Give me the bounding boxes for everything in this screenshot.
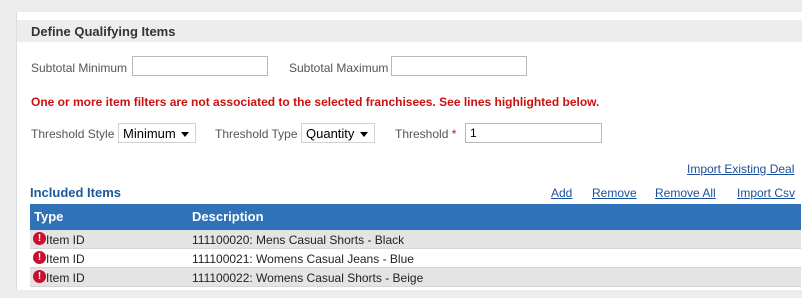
threshold-label: Threshold * [395,127,456,141]
subtotal-maximum-label: Subtotal Maximum [289,61,389,75]
row-description: 111100021: Womens Casual Jeans - Blue [192,252,414,266]
subtotal-maximum-input[interactable] [391,56,527,76]
threshold-input[interactable] [465,123,602,143]
row-type: Item ID [46,233,85,247]
table-row[interactable]: ! Item ID 111100021: Womens Casual Jeans… [30,249,801,268]
section-header: Define Qualifying Items [17,20,802,42]
threshold-type-value: Quantity [306,126,355,141]
table-row[interactable]: ! Item ID 111100020: Mens Casual Shorts … [30,230,801,249]
threshold-type-select[interactable]: Quantity [301,123,375,143]
column-header-type: Type [34,209,64,224]
section-title: Define Qualifying Items [31,24,176,39]
import-existing-deal-link[interactable]: Import Existing Deal [687,162,794,176]
table-header: Type Description [30,204,801,230]
import-csv-link[interactable]: Import Csv [737,186,795,200]
required-marker: * [451,127,457,141]
included-items-title: Included Items [30,185,122,200]
subtotal-minimum-label: Subtotal Minimum [31,61,128,75]
qualifying-items-panel: Define Qualifying Items Subtotal Minimum… [16,12,802,290]
error-icon: ! [33,270,46,283]
row-description: 111100022: Womens Casual Shorts - Beige [192,271,424,285]
error-icon: ! [33,251,46,264]
add-link[interactable]: Add [551,186,572,200]
remove-link[interactable]: Remove [592,186,637,200]
threshold-label-text: Threshold [395,127,449,141]
remove-all-link[interactable]: Remove All [655,186,716,200]
table-row[interactable]: ! Item ID 111100022: Womens Casual Short… [30,268,801,287]
threshold-style-select[interactable]: Minimum [118,123,196,143]
error-message: One or more item filters are not associa… [31,95,600,109]
threshold-type-label: Threshold Type [215,127,298,141]
subtotal-minimum-input[interactable] [132,56,268,76]
threshold-style-value: Minimum [123,126,176,141]
chevron-down-icon [181,132,189,137]
threshold-style-label: Threshold Style [31,127,115,141]
column-header-description: Description [192,209,264,224]
row-type: Item ID [46,252,85,266]
error-icon: ! [33,232,46,245]
row-type: Item ID [46,271,85,285]
chevron-down-icon [360,132,368,137]
included-items-table: Type Description ! Item ID 111100020: Me… [30,204,801,287]
row-description: 111100020: Mens Casual Shorts - Black [192,233,405,247]
